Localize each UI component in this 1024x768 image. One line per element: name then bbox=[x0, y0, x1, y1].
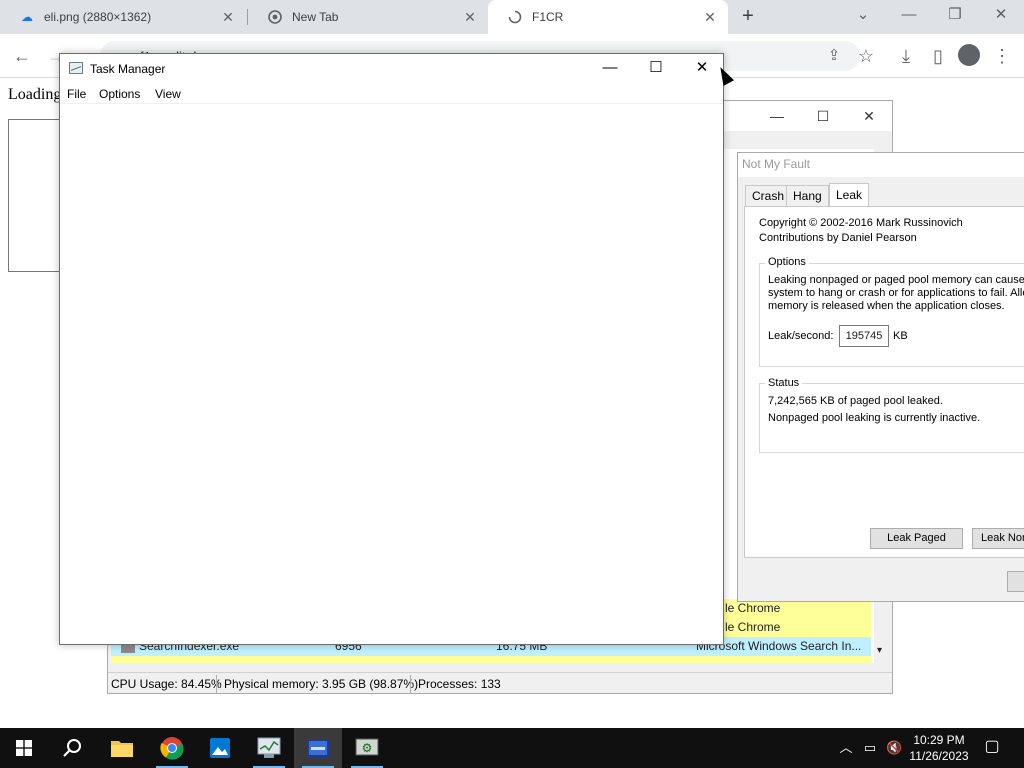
minimize-button[interactable]: — bbox=[886, 0, 932, 30]
tm-titlebar[interactable]: Task Manager — ☐ ✕ bbox=[60, 54, 723, 84]
loading-icon bbox=[508, 10, 522, 24]
process-count: Processes: 133 bbox=[418, 677, 501, 691]
not-my-fault-taskbar-button[interactable]: ⚙ bbox=[343, 728, 391, 768]
star-icon[interactable]: ☆ bbox=[854, 44, 878, 68]
process-explorer-icon bbox=[307, 739, 329, 757]
tab-f1cr[interactable]: F1CR ✕ bbox=[488, 0, 728, 34]
exit-button[interactable] bbox=[1007, 571, 1024, 592]
status-line-1: 7,242,565 KB of paged pool leaked. bbox=[768, 395, 943, 407]
chrome-taskbar-button[interactable] bbox=[148, 728, 196, 768]
search-button[interactable] bbox=[48, 728, 96, 768]
tab-title: New Tab bbox=[292, 10, 339, 24]
start-button[interactable] bbox=[0, 728, 48, 768]
options-text-2: system to hang or crash or for applicati… bbox=[768, 287, 1024, 299]
task-manager-window: Task Manager — ☐ ✕ File Options View bbox=[59, 53, 724, 645]
options-text-1: Leaking nonpaged or paged pool memory ca… bbox=[768, 274, 1024, 286]
tm-title: Task Manager bbox=[90, 62, 166, 76]
clock-time: 10:29 PM bbox=[913, 733, 965, 747]
tab-new-tab[interactable]: New Tab ✕ bbox=[248, 0, 488, 34]
scroll-down-icon[interactable]: ▾ bbox=[877, 645, 882, 656]
leak-paged-button[interactable]: Leak Paged bbox=[870, 528, 963, 549]
tab-leak[interactable]: Leak bbox=[829, 183, 870, 207]
svg-text:⚙: ⚙ bbox=[362, 741, 373, 755]
menu-file[interactable]: File bbox=[67, 87, 86, 101]
nmf-titlebar: Not My Fault bbox=[738, 153, 1024, 177]
cpu-usage: CPU Usage: 84.45% bbox=[111, 677, 222, 691]
pe-minimize-button[interactable]: — bbox=[754, 105, 800, 127]
download-icon[interactable]: ⤓ bbox=[894, 44, 918, 68]
new-tab-button[interactable]: + bbox=[737, 6, 759, 28]
notmyfault-icon: ⚙ bbox=[355, 738, 379, 756]
contributions-text: Contributions by Daniel Pearson bbox=[759, 232, 917, 244]
pe-status-bar: CPU Usage: 84.45% Physical memory: 3.95 … bbox=[108, 672, 892, 694]
menu-view[interactable]: View bbox=[155, 87, 181, 101]
share-icon[interactable]: ⇪ bbox=[822, 44, 846, 68]
task-manager-icon bbox=[69, 62, 83, 74]
tm-maximize-button[interactable]: ☐ bbox=[633, 54, 679, 84]
side-panel-icon[interactable]: ▯ bbox=[926, 44, 950, 68]
close-tab-icon[interactable]: ✕ bbox=[462, 9, 478, 25]
notification-center-icon[interactable]: ▢ bbox=[984, 739, 1000, 755]
page-loading-text: Loading bbox=[8, 86, 62, 103]
close-tab-icon[interactable]: ✕ bbox=[220, 9, 236, 25]
process-explorer-taskbar-button[interactable] bbox=[294, 728, 342, 768]
pe-close-button[interactable]: ✕ bbox=[846, 105, 892, 127]
photos-button[interactable] bbox=[196, 728, 244, 768]
company-cell: le Chrome bbox=[725, 620, 781, 634]
task-manager-taskbar-button[interactable] bbox=[245, 728, 293, 768]
leak-nonpaged-button[interactable]: Leak Non bbox=[972, 528, 1024, 549]
task-manager-icon bbox=[257, 737, 281, 758]
clock-date: 11/26/2023 bbox=[909, 749, 969, 763]
physical-memory: Physical memory: 3.95 GB (98.87%) bbox=[224, 677, 419, 691]
options-label: Options bbox=[765, 256, 809, 268]
cloud-icon: ☁ bbox=[21, 10, 33, 24]
file-explorer-button[interactable] bbox=[98, 728, 146, 768]
nmf-title: Not My Fault bbox=[742, 157, 811, 171]
pe-maximize-button[interactable]: ☐ bbox=[800, 105, 846, 127]
folder-icon bbox=[111, 741, 133, 757]
taskbar: ⚙ ︿ ▭ 🔇 10:29 PM 11/26/2023 ▢ bbox=[0, 728, 1024, 768]
search-icon bbox=[63, 739, 81, 757]
menu-options[interactable]: Options bbox=[99, 87, 140, 101]
close-window-button[interactable]: ✕ bbox=[978, 0, 1024, 30]
copyright-text: Copyright © 2002-2016 Mark Russinovich bbox=[759, 217, 963, 229]
photos-icon bbox=[210, 738, 230, 758]
tm-menubar: File Options View bbox=[60, 84, 723, 104]
tab-crash[interactable]: Crash bbox=[745, 185, 792, 206]
restore-button[interactable]: ❐ bbox=[932, 0, 978, 30]
volume-muted-icon[interactable]: 🔇 bbox=[886, 740, 902, 756]
leak-second-input[interactable]: 195745 bbox=[839, 325, 889, 347]
table-row-partial[interactable] bbox=[111, 656, 871, 663]
tm-minimize-button[interactable]: — bbox=[587, 54, 633, 84]
not-my-fault-window: Not My Fault Crash Hang Leak Copyright ©… bbox=[737, 152, 1024, 602]
close-tab-icon[interactable]: ✕ bbox=[702, 9, 718, 25]
tab-title: eli.png (2880×1362) bbox=[44, 10, 152, 24]
leak-unit-label: KB bbox=[893, 330, 908, 342]
show-hidden-icons-chevron-icon[interactable]: ︿ bbox=[838, 740, 854, 756]
tab-hang[interactable]: Hang bbox=[786, 185, 829, 206]
browser-tabstrip: ☁ eli.png (2880×1362) ✕ New Tab ✕ F1CR ✕… bbox=[0, 0, 1024, 34]
nmf-leak-panel: Copyright © 2002-2016 Mark Russinovich C… bbox=[744, 206, 1024, 558]
menu-icon[interactable]: ⋮ bbox=[990, 44, 1014, 68]
tab-eli-png[interactable]: ☁ eli.png (2880×1362) ✕ bbox=[0, 0, 246, 34]
network-icon[interactable]: ▭ bbox=[862, 740, 878, 756]
system-clock[interactable]: 10:29 PM 11/26/2023 bbox=[906, 732, 972, 764]
tab-title: F1CR bbox=[532, 10, 564, 24]
windows-icon bbox=[16, 740, 32, 756]
profile-avatar[interactable] bbox=[958, 44, 980, 66]
back-icon[interactable]: ← bbox=[10, 44, 34, 68]
leak-second-label: Leak/second: bbox=[768, 330, 834, 342]
chrome-icon bbox=[160, 737, 184, 760]
options-text-3: memory is released when the application … bbox=[768, 300, 1005, 312]
tab-search-icon[interactable]: ⌄ bbox=[840, 0, 886, 30]
status-line-2: Nonpaged pool leaking is currently inact… bbox=[768, 412, 981, 424]
chrome-icon bbox=[268, 10, 282, 24]
status-label: Status bbox=[765, 377, 803, 389]
